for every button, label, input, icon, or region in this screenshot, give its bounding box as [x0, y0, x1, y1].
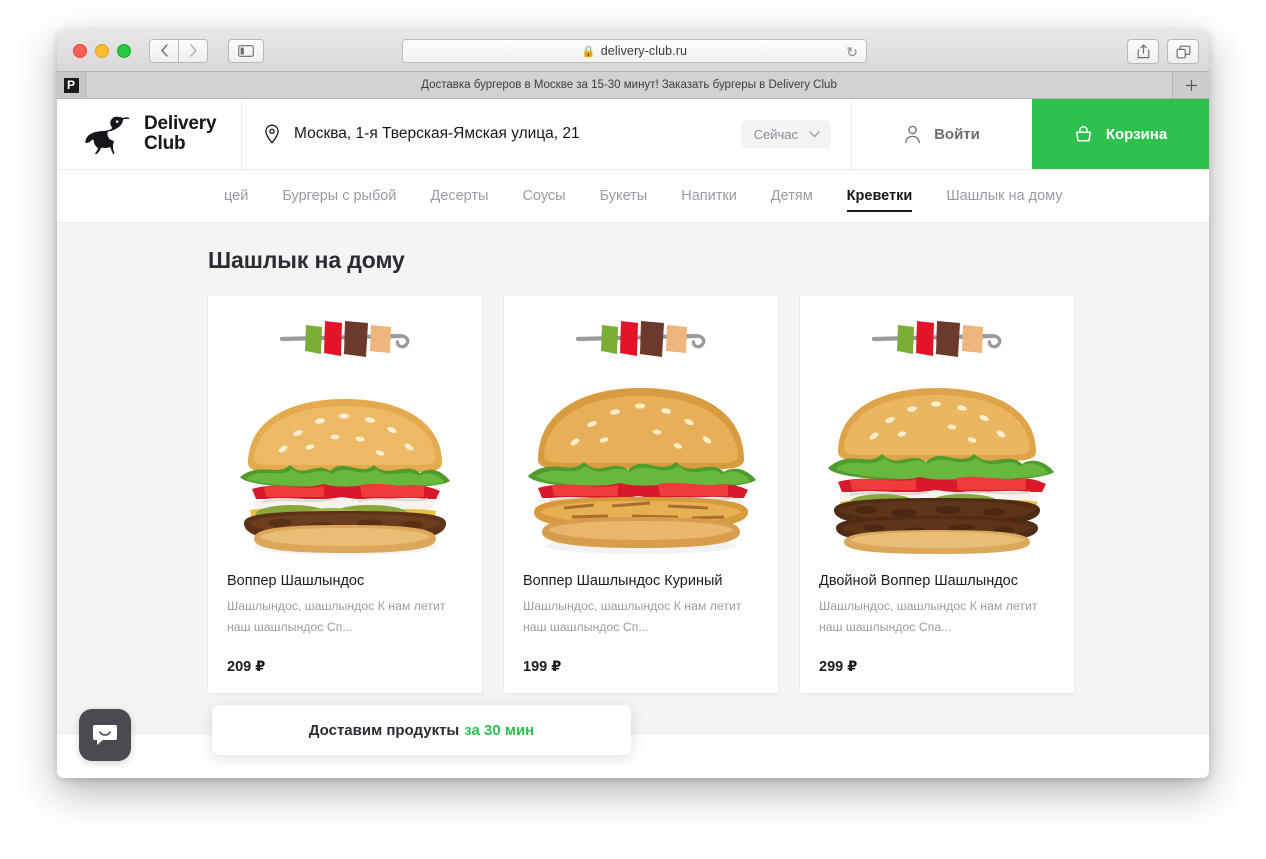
login-button[interactable]: Войти — [852, 99, 1032, 169]
category-tab-desserts[interactable]: Десерты — [413, 170, 505, 222]
window-controls — [73, 43, 131, 58]
chevron-down-icon — [809, 130, 820, 137]
chevron-right-icon — [189, 44, 197, 57]
sidebar-toggle-button[interactable] — [228, 38, 264, 63]
product-description: Шашлындос, шашлындос К нам летит наш шаш… — [227, 599, 446, 635]
product-name: Двойной Воппер Шашлындос — [819, 573, 1018, 589]
product-card[interactable]: Воппер Шашлындос Куриный Шашлындос, шашл… — [504, 296, 778, 693]
close-window-button[interactable] — [73, 43, 87, 58]
product-grid: Воппер Шашлындос Шашлындос, шашлындос К … — [208, 296, 1209, 693]
tab-strip: P Доставка бургеров в Москве за 15-30 ми… — [57, 72, 1209, 99]
page-content: Шашлык на дому Воппер Шашлындос Шашлындо… — [57, 223, 1209, 778]
category-tab-kids[interactable]: Детям — [754, 170, 830, 222]
url-text: delivery-club.ru — [600, 44, 688, 58]
product-name: Воппер Шашлындос Куриный — [523, 573, 723, 589]
cart-button[interactable]: Корзина — [1032, 99, 1209, 169]
logo-text: Delivery Club — [144, 113, 217, 154]
url-text-group: 🔒 delivery-club.ru — [582, 44, 687, 58]
product-price: 209 ₽ — [227, 659, 266, 675]
burger-photo — [504, 372, 778, 557]
favicon: P — [63, 77, 79, 93]
product-description: Шашлындос, шашлындос К нам летит наш шаш… — [523, 599, 742, 635]
promo-main-text: Доставим продукты — [308, 721, 460, 739]
site-header: Delivery Club Москва, 1-я Тверская-Ямска… — [57, 99, 1209, 170]
login-label: Войти — [934, 125, 980, 143]
burger-photo — [208, 377, 482, 557]
site-logo[interactable]: Delivery Club — [57, 99, 242, 169]
product-image — [504, 296, 778, 561]
kebab-skewer-icon — [871, 321, 1002, 357]
kebab-skewer-icon — [575, 321, 706, 357]
browser-window: 🔒 delivery-club.ru ↻ P Доставка бургеров… — [57, 30, 1209, 778]
chicken-whopper-burger-image — [528, 388, 756, 554]
category-tab-sauces[interactable]: Соусы — [505, 170, 582, 222]
double-whopper-burger-image — [828, 388, 1054, 554]
product-info: Двойной Воппер Шашлындос Шашлындос, шашл… — [800, 561, 1074, 638]
delivery-address-section: Москва, 1-я Тверская-Ямская улица, 21 Се… — [242, 99, 852, 169]
back-button[interactable] — [149, 38, 179, 63]
whopper-burger-image — [240, 399, 450, 555]
chat-bubble-icon — [93, 725, 117, 745]
product-info: Воппер Шашлындос Шашлындос, шашлындос К … — [208, 561, 482, 638]
share-icon — [1137, 44, 1149, 59]
promo-accent-text: за 30 мин — [464, 721, 535, 739]
category-tab-0[interactable]: цей — [207, 170, 265, 222]
logo-line-2: Club — [144, 133, 186, 154]
product-image — [800, 296, 1074, 561]
sidebar-toggle-icon — [238, 44, 254, 57]
location-pin-icon — [265, 124, 279, 144]
share-button[interactable] — [1127, 39, 1159, 64]
delivery-time-value: Сейчас — [753, 126, 798, 142]
address-text[interactable]: Москва, 1-я Тверская-Ямская улица, 21 — [294, 125, 741, 143]
navigation-buttons — [149, 38, 208, 63]
category-tab-shashlik[interactable]: Шашлык на дому — [929, 170, 1079, 222]
plus-icon — [1185, 79, 1197, 91]
product-description: Шашлындос, шашлындос К нам летит наш шаш… — [819, 599, 1038, 635]
category-tab-shrimp[interactable]: Креветки — [830, 170, 930, 222]
maximize-window-button[interactable] — [117, 43, 131, 58]
new-tab-button[interactable] — [1173, 72, 1209, 98]
product-card[interactable]: Воппер Шашлындос Шашлындос, шашлындос К … — [208, 296, 482, 693]
toolbar-right-buttons — [1127, 39, 1199, 64]
pinned-tab[interactable]: P — [57, 72, 86, 98]
category-tab-fish-burgers[interactable]: Бургеры с рыбой — [265, 170, 413, 222]
product-image — [208, 296, 482, 561]
screenshot-root: 🔒 delivery-club.ru ↻ P Доставка бургеров… — [0, 0, 1266, 859]
promo-toast[interactable]: Доставим продукты за 30 мин — [212, 705, 631, 755]
chat-widget-button[interactable] — [79, 709, 131, 761]
category-tab-bouquets[interactable]: Букеты — [583, 170, 665, 222]
tabs-overview-button[interactable] — [1167, 39, 1199, 64]
user-icon — [905, 125, 920, 143]
category-tab-drinks[interactable]: Напитки — [664, 170, 754, 222]
product-card[interactable]: Двойной Воппер Шашлындос Шашлындос, шашл… — [800, 296, 1074, 693]
delivery-time-select[interactable]: Сейчас — [740, 119, 831, 149]
ostrich-logo-icon — [85, 116, 130, 154]
burger-photo — [800, 372, 1074, 557]
minimize-window-button[interactable] — [95, 43, 109, 58]
tab-title: Доставка бургеров в Москве за 15-30 мину… — [421, 79, 837, 91]
product-price: 299 ₽ — [819, 659, 858, 675]
active-browser-tab[interactable]: Доставка бургеров в Москве за 15-30 мину… — [86, 72, 1173, 98]
cart-label: Корзина — [1105, 125, 1168, 143]
page-title: Шашлык на дому — [208, 247, 405, 273]
chevron-left-icon — [160, 44, 168, 57]
forward-button[interactable] — [179, 38, 208, 63]
address-bar[interactable]: 🔒 delivery-club.ru ↻ — [402, 39, 867, 63]
product-info: Воппер Шашлындос Куриный Шашлындос, шашл… — [504, 561, 778, 638]
basket-icon — [1075, 125, 1091, 141]
category-nav: цей Бургеры с рыбой Десерты Соусы Букеты… — [57, 170, 1209, 223]
logo-line-1: Delivery — [144, 113, 217, 135]
product-price: 199 ₽ — [523, 659, 562, 675]
product-name: Воппер Шашлындос — [227, 573, 365, 589]
kebab-skewer-icon — [279, 321, 410, 357]
lock-icon: 🔒 — [581, 46, 596, 58]
web-page: Delivery Club Москва, 1-я Тверская-Ямска… — [57, 99, 1209, 778]
reload-button[interactable]: ↻ — [846, 44, 858, 61]
tabs-overview-icon — [1176, 45, 1190, 58]
browser-toolbar: 🔒 delivery-club.ru ↻ — [57, 30, 1209, 72]
